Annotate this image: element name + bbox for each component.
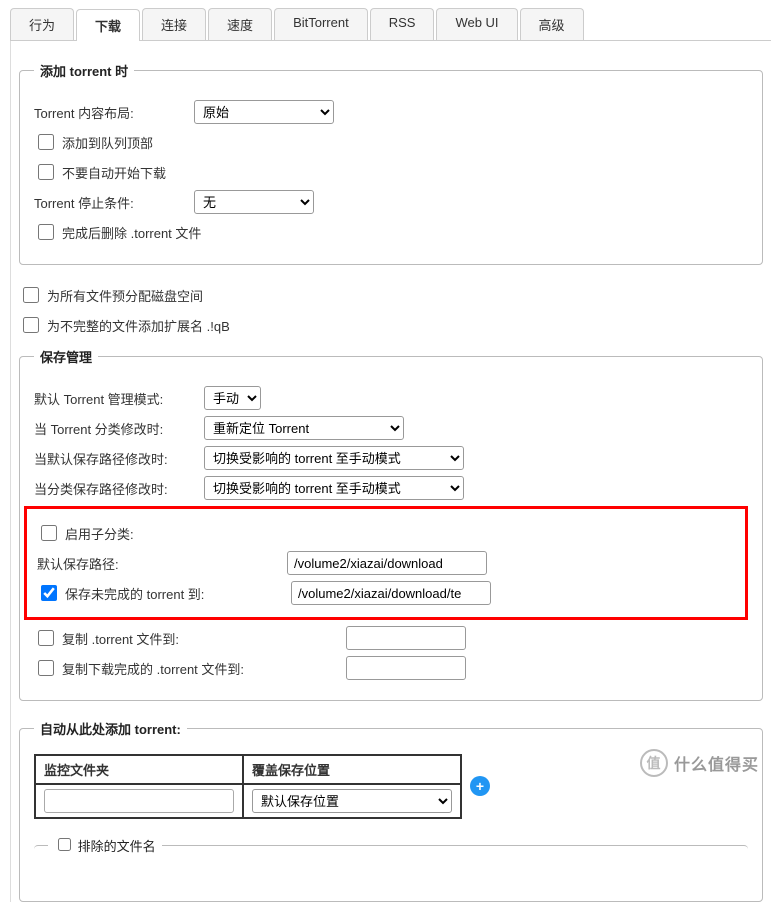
watermark-badge-icon: 值 — [640, 749, 668, 777]
preallocate-checkbox[interactable] — [23, 287, 39, 303]
tab-speed[interactable]: 速度 — [208, 8, 272, 40]
incomplete-path-checkbox[interactable] — [41, 585, 57, 601]
tab-downloads[interactable]: 下载 — [76, 9, 140, 41]
preallocate-label: 为所有文件预分配磁盘空间 — [47, 286, 203, 305]
on-default-path-change-select[interactable]: 切换受影响的 torrent 至手动模式 — [204, 446, 464, 470]
add-torrent-fieldset: 添加 torrent 时 Torrent 内容布局: 原始 添加到队列顶部 不要… — [19, 61, 763, 265]
add-top-queue-label: 添加到队列顶部 — [62, 133, 153, 152]
stop-condition-label: Torrent 停止条件: — [34, 193, 194, 212]
tab-behavior[interactable]: 行为 — [10, 8, 74, 40]
content-layout-select[interactable]: 原始 — [194, 100, 334, 124]
enable-subcategories-checkbox[interactable] — [41, 525, 57, 541]
watermark: 值 什么值得买 — [640, 749, 759, 777]
on-category-path-change-label: 当分类保存路径修改时: — [34, 479, 204, 498]
save-management-legend: 保存管理 — [34, 347, 98, 366]
tab-bittorrent[interactable]: BitTorrent — [274, 8, 368, 40]
table-header-row: 监控文件夹 覆盖保存位置 — [35, 755, 461, 784]
settings-tabs: 行为 下载 连接 速度 BitTorrent RSS Web UI 高级 — [10, 8, 771, 41]
append-ext-label: 为不完整的文件添加扩展名 .!qB — [47, 316, 230, 335]
tab-rss[interactable]: RSS — [370, 8, 435, 40]
on-category-change-label: 当 Torrent 分类修改时: — [34, 419, 204, 438]
annotation-highlight: 启用子分类: 默认保存路径: 保存未完成的 torrent 到: — [24, 506, 748, 620]
auto-add-legend: 自动从此处添加 torrent: — [34, 719, 187, 738]
col-folder-header: 监控文件夹 — [35, 755, 243, 784]
incomplete-path-input[interactable] — [291, 581, 491, 605]
default-save-path-input[interactable] — [287, 551, 487, 575]
tab-advanced[interactable]: 高级 — [520, 8, 584, 40]
override-location-select[interactable]: 默认保存位置 — [252, 789, 452, 813]
copy-finished-label: 复制下载完成的 .torrent 文件到: — [62, 659, 346, 678]
exclude-fieldset: 排除的文件名 — [34, 835, 748, 869]
content-layout-label: Torrent 内容布局: — [34, 103, 194, 122]
save-management-fieldset: 保存管理 默认 Torrent 管理模式: 手动 当 Torrent 分类修改时… — [19, 347, 763, 701]
watch-folders-table: 监控文件夹 覆盖保存位置 默认保存位置 — [34, 754, 462, 819]
table-row: 默认保存位置 — [35, 784, 461, 818]
copy-torrent-input[interactable] — [346, 626, 466, 650]
copy-finished-checkbox[interactable] — [38, 660, 54, 676]
default-save-path-label: 默认保存路径: — [37, 554, 287, 573]
on-category-change-select[interactable]: 重新定位 Torrent — [204, 416, 404, 440]
on-default-path-change-label: 当默认保存路径修改时: — [34, 449, 204, 468]
auto-add-fieldset: 自动从此处添加 torrent: 监控文件夹 覆盖保存位置 默认保存位置 — [19, 719, 763, 902]
add-torrent-legend: 添加 torrent 时 — [34, 61, 134, 80]
enable-subcategories-label: 启用子分类: — [65, 524, 134, 543]
default-mode-label: 默认 Torrent 管理模式: — [34, 389, 204, 408]
plus-icon: + — [476, 778, 484, 794]
copy-torrent-label: 复制 .torrent 文件到: — [62, 629, 346, 648]
on-category-path-change-select[interactable]: 切换受影响的 torrent 至手动模式 — [204, 476, 464, 500]
watch-folder-input[interactable] — [44, 789, 234, 813]
append-ext-checkbox[interactable] — [23, 317, 39, 333]
copy-finished-input[interactable] — [346, 656, 466, 680]
add-top-queue-checkbox[interactable] — [38, 134, 54, 150]
incomplete-path-label: 保存未完成的 torrent 到: — [65, 584, 291, 603]
tab-webui[interactable]: Web UI — [436, 8, 517, 40]
exclude-filenames-label: 排除的文件名 — [78, 839, 156, 854]
default-mode-select[interactable]: 手动 — [204, 386, 261, 410]
copy-torrent-checkbox[interactable] — [38, 630, 54, 646]
tab-connection[interactable]: 连接 — [142, 8, 206, 40]
exclude-filenames-checkbox[interactable] — [58, 838, 71, 851]
delete-after-label: 完成后删除 .torrent 文件 — [62, 223, 201, 242]
add-watch-folder-button[interactable]: + — [470, 776, 490, 796]
no-auto-start-checkbox[interactable] — [38, 164, 54, 180]
no-auto-start-label: 不要自动开始下载 — [62, 163, 166, 182]
watermark-text: 什么值得买 — [674, 751, 759, 775]
delete-after-checkbox[interactable] — [38, 224, 54, 240]
stop-condition-select[interactable]: 无 — [194, 190, 314, 214]
col-override-header: 覆盖保存位置 — [243, 755, 461, 784]
